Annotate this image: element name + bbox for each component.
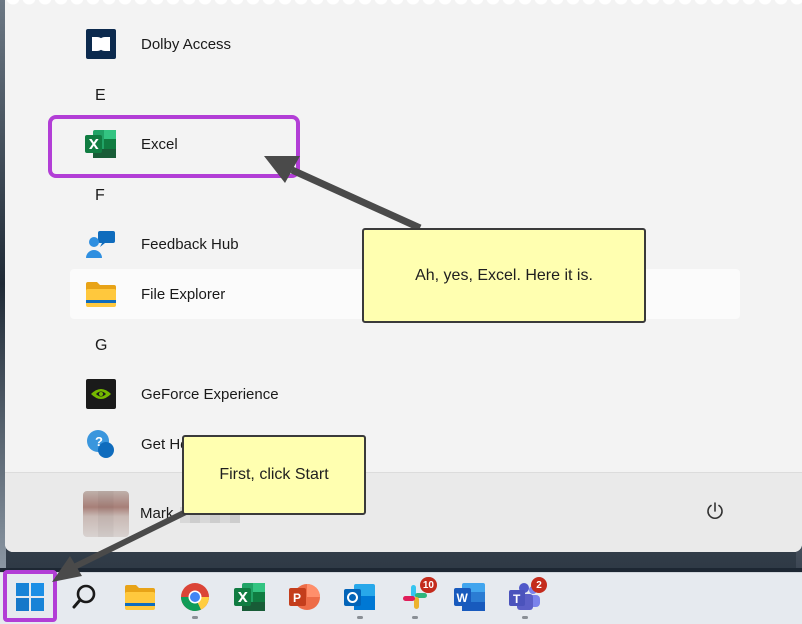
callout-excel-note: Ah, yes, Excel. Here it is. xyxy=(362,228,646,323)
arrow-to-start xyxy=(70,502,202,571)
arrow-head-start xyxy=(52,556,82,582)
arrow-to-excel xyxy=(290,166,422,232)
callout-start-note: First, click Start xyxy=(182,435,366,515)
